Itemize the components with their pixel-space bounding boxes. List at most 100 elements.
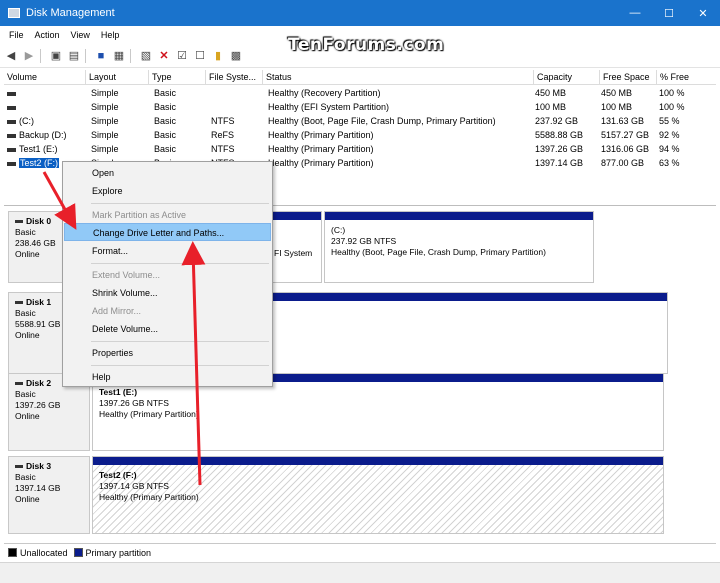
partition-status: Healthy (Boot, Page File, Crash Dump, Pr… (331, 247, 546, 257)
capacity-cell: 1397.14 GB (535, 158, 584, 168)
menu-item-help[interactable]: Help (64, 368, 271, 386)
filesystem-cell: NTFS (211, 116, 235, 126)
disk-label[interactable]: Disk 3 Basic 1397.14 GB Online (8, 456, 90, 534)
status-cell: Healthy (Boot, Page File, Crash Dump, Pr… (268, 116, 496, 126)
partition-f-selected[interactable]: Test2 (F:) 1397.14 GB NTFS Healthy (Prim… (92, 456, 664, 534)
back-icon[interactable]: ◀ (4, 49, 18, 63)
title-bar: Disk Management — ☐ ✕ (0, 0, 720, 26)
partition-bar (325, 212, 593, 220)
menu-item-mark-active[interactable]: Mark Partition as Active (64, 206, 271, 224)
table-row[interactable]: Test1 (E:) Simple Basic NTFS Healthy (Pr… (4, 142, 716, 156)
partition-c[interactable]: (C:) 237.92 GB NTFS Healthy (Boot, Page … (324, 211, 594, 283)
type-cell: Basic (154, 102, 177, 112)
menu-file[interactable]: File (9, 30, 24, 40)
capacity-cell: 5588.88 GB (535, 130, 584, 140)
hard-disk-icon (15, 382, 23, 386)
legend-unallocated: Unallocated (20, 547, 68, 558)
column-header-status[interactable]: Status (263, 70, 534, 85)
connect-disk-icon[interactable]: ▧ (139, 49, 153, 63)
partition-name: Test1 (E:) (99, 387, 138, 397)
partition-text: Test2 (F:) 1397.14 GB NTFS Healthy (Prim… (99, 470, 199, 503)
legend-primary: Primary partition (85, 547, 152, 558)
maximize-button[interactable]: ☐ (652, 0, 686, 26)
disk-state: Online (15, 411, 40, 421)
column-header-free-space[interactable]: Free Space (600, 70, 657, 85)
volume-cell: Test1 (E:) (4, 142, 58, 156)
primary-partition-swatch (73, 548, 83, 557)
free-space-cell: 1316.06 GB (601, 144, 650, 154)
volume-icon (7, 91, 16, 96)
menu-view[interactable]: View (71, 30, 90, 40)
free-space-cell: 100 MB (601, 102, 633, 112)
menu-item-shrink[interactable]: Shrink Volume... (64, 284, 271, 302)
partition-size: 1397.14 GB NTFS (99, 481, 169, 491)
menu-item-add-mirror[interactable]: Add Mirror... (64, 302, 271, 320)
attach-vhd-icon[interactable]: ▩ (229, 49, 243, 63)
rescan-icon[interactable]: ☐ (193, 49, 207, 63)
partition-text: (C:) 237.92 GB NTFS Healthy (Boot, Page … (331, 225, 546, 258)
table-row[interactable]: Backup (D:) Simple Basic ReFS Healthy (P… (4, 128, 716, 142)
volume-cell: Test2 (F:) (4, 156, 60, 170)
column-header-percent-free[interactable]: % Free (657, 70, 716, 85)
table-row[interactable]: Simple Basic Healthy (EFI System Partiti… (4, 100, 716, 114)
partition-size: 237.92 GB NTFS (331, 236, 397, 246)
percent-free-cell: 94 % (659, 144, 680, 154)
free-space-cell: 877.00 GB (601, 158, 645, 168)
menu-item-format[interactable]: Format... (64, 242, 271, 260)
watermark-logo: TenForums.com (288, 35, 445, 55)
percent-free-cell: 63 % (659, 158, 680, 168)
partition-fragment-text: FI System (274, 248, 313, 258)
menu-separator (91, 365, 269, 366)
filesystem-cell: ReFS (211, 130, 235, 140)
folder-icon[interactable]: ▮ (211, 49, 225, 63)
menu-item-properties[interactable]: Properties (64, 344, 271, 362)
percent-free-cell: 55 % (659, 116, 680, 126)
layout-cell: Simple (91, 88, 119, 98)
unallocated-swatch (8, 548, 17, 557)
status-cell: Healthy (Primary Partition) (268, 144, 374, 154)
table-row[interactable]: (C:) Simple Basic NTFS Healthy (Boot, Pa… (4, 114, 716, 128)
console-tree-icon[interactable]: ▣ (49, 49, 63, 63)
list-view-icon[interactable]: ▤ (67, 49, 81, 63)
volume-cell: Backup (D:) (4, 128, 67, 142)
disk-type: Basic (15, 472, 36, 482)
help-icon[interactable]: ■ (94, 49, 108, 63)
free-space-cell: 450 MB (601, 88, 633, 98)
free-space-cell: 5157.27 GB (601, 130, 650, 140)
status-cell: Healthy (Primary Partition) (268, 158, 374, 168)
delete-icon[interactable]: ✕ (157, 49, 171, 63)
minimize-button[interactable]: — (618, 0, 652, 26)
menu-item-open[interactable]: Open (64, 164, 271, 182)
disk-row: Disk 3 Basic 1397.14 GB Online Test2 (F:… (8, 456, 668, 534)
menu-separator (91, 203, 269, 204)
status-bar (0, 562, 720, 583)
menu-item-change-drive-letter[interactable]: Change Drive Letter and Paths... (64, 223, 271, 241)
menu-help[interactable]: Help (101, 30, 120, 40)
column-header-filesystem[interactable]: File Syste... (206, 70, 263, 85)
check-disk-icon[interactable]: ☑ (175, 49, 189, 63)
filesystem-cell: NTFS (211, 144, 235, 154)
close-button[interactable]: ✕ (686, 0, 720, 26)
forward-icon[interactable]: ▶ (22, 49, 36, 63)
disk-name: Disk 3 (15, 461, 89, 472)
filesystem-cell (208, 86, 211, 100)
partition-size: 1397.26 GB NTFS (99, 398, 169, 408)
disk-state: Online (15, 494, 40, 504)
column-header-capacity[interactable]: Capacity (534, 70, 600, 85)
disk-management-icon (8, 8, 20, 18)
table-row[interactable]: Simple Basic Healthy (Recovery Partition… (4, 86, 716, 100)
layout-cell: Simple (91, 130, 119, 140)
partition-name: (C:) (331, 225, 346, 235)
context-menu: Open Explore Mark Partition as Active Ch… (62, 161, 273, 387)
status-cell: Healthy (Recovery Partition) (268, 88, 381, 98)
type-cell: Basic (154, 88, 177, 98)
menu-item-delete[interactable]: Delete Volume... (64, 320, 271, 338)
column-header-volume[interactable]: Volume (4, 70, 86, 85)
partition-bar (93, 457, 663, 465)
column-header-layout[interactable]: Layout (86, 70, 149, 85)
menu-item-explore[interactable]: Explore (64, 182, 271, 200)
properties-icon[interactable]: ▦ (112, 49, 126, 63)
menu-action[interactable]: Action (35, 30, 60, 40)
menu-item-extend[interactable]: Extend Volume... (64, 266, 271, 284)
column-header-type[interactable]: Type (149, 70, 206, 85)
